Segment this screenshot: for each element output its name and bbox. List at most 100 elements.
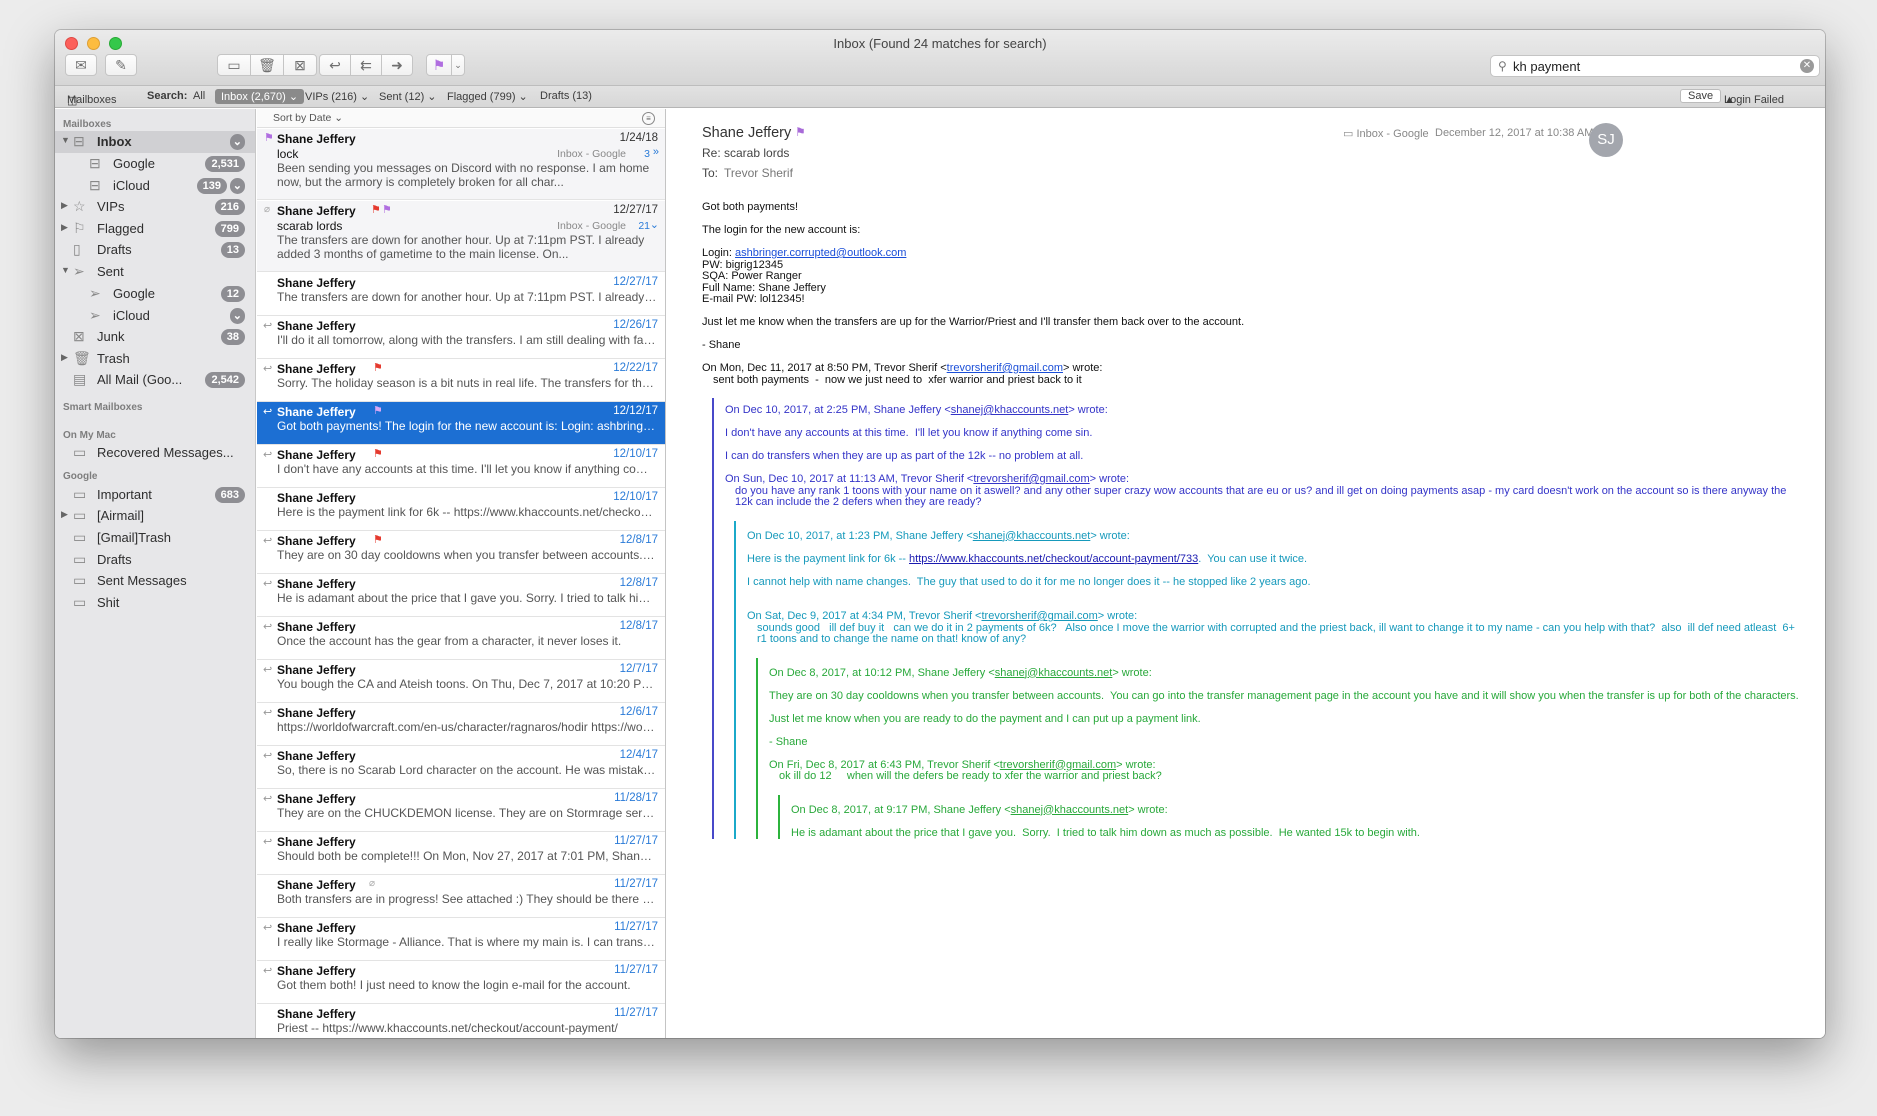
- sidebar-item-label: Shit: [97, 595, 120, 610]
- message-row[interactable]: Shane Jeffery 12/10/17 Here is the payme…: [257, 488, 665, 531]
- search-input[interactable]: [1513, 58, 1793, 74]
- message-row[interactable]: ↩ Shane Jeffery 12/4/17 So, there is no …: [257, 746, 665, 789]
- sidebar-item-airmail[interactable]: ▶ ▭ [Airmail]: [55, 505, 255, 527]
- on-my-mac-header[interactable]: On My Mac: [63, 430, 116, 441]
- scope-all[interactable]: All: [193, 90, 205, 102]
- sidebar-item-sent-icloud[interactable]: ➢ iCloud ⌄: [55, 305, 255, 327]
- message-row-selected[interactable]: ↩ Shane Jeffery ⚑ 12/12/17 Got both paym…: [257, 402, 665, 445]
- sidebar-item-google-drafts[interactable]: ▭ Drafts: [55, 549, 255, 571]
- message-row[interactable]: Shane Jeffery 11/27/17 Priest -- https:/…: [257, 1004, 665, 1038]
- email-link[interactable]: ashbringer.corrupted@outlook.com: [735, 247, 906, 259]
- thread-expand-icon[interactable]: »: [653, 146, 659, 158]
- fav-drafts[interactable]: Drafts (13): [540, 90, 592, 102]
- message-preview: Got them both! I just need to know the l…: [277, 978, 631, 992]
- get-mail-button[interactable]: ✉: [65, 54, 97, 76]
- body-text: SQA: Power Ranger: [702, 270, 802, 282]
- message-row[interactable]: ↩ Shane Jeffery 12/26/17 I'll do it all …: [257, 316, 665, 359]
- flag-icon: ⚑: [373, 362, 383, 374]
- message-sender: Shane Jeffery: [277, 878, 356, 892]
- message-row[interactable]: ↩ Shane Jeffery ⚑ 12/10/17 I don't have …: [257, 445, 665, 488]
- email-link[interactable]: trevorsherif@gmail.com: [1000, 759, 1116, 771]
- message-preview: You bough the CA and Ateish toons. On Th…: [277, 677, 657, 691]
- sidebar-item-inbox-google[interactable]: ⊟ Google 2,531: [55, 153, 255, 175]
- message-row[interactable]: ↩ Shane Jeffery ⚑ 12/22/17 Sorry. The ho…: [257, 359, 665, 402]
- message-date: 12/4/17: [619, 749, 658, 761]
- quote-text: I cannot help with name changes. The guy…: [747, 575, 1311, 588]
- search-field[interactable]: ⚲ ✕: [1490, 55, 1820, 77]
- message-row[interactable]: ↩ Shane Jeffery 11/27/17 Should both be …: [257, 832, 665, 875]
- sidebar-item-gmail-trash[interactable]: ▭ [Gmail]Trash: [55, 527, 255, 549]
- flag-button[interactable]: ⚑: [426, 54, 452, 76]
- fav-vips[interactable]: VIPs (216) ⌄: [305, 90, 369, 103]
- scope-inbox[interactable]: Inbox (2,670) ⌄: [215, 89, 305, 104]
- reply-button[interactable]: ↩: [319, 54, 351, 76]
- sidebar-item-inbox[interactable]: ▼ ⊟ Inbox ⌄: [55, 131, 255, 153]
- message-row[interactable]: ↩ Shane Jeffery 12/8/17 Once the account…: [257, 617, 665, 660]
- sidebar-item-all-mail[interactable]: ▤ All Mail (Goo... 2,542: [55, 369, 255, 391]
- compose-button[interactable]: ✎: [105, 54, 137, 76]
- sidebar-item-important[interactable]: ▭ Important 683: [55, 484, 255, 506]
- recipient[interactable]: Trevor Sherif: [724, 166, 793, 180]
- payment-link[interactable]: https://www.khaccounts.net/checkout/acco…: [909, 553, 1198, 565]
- thread-collapse-icon[interactable]: ⌄: [650, 218, 659, 231]
- reply-all-icon: ⇇: [360, 57, 372, 73]
- sidebar-item-shit[interactable]: ▭ Shit: [55, 592, 255, 614]
- message-preview: I don't have any accounts at this time. …: [277, 462, 657, 476]
- message-row[interactable]: ↩ Shane Jeffery 11/28/17 They are on the…: [257, 789, 665, 832]
- replied-icon: ↩: [263, 750, 273, 762]
- email-link[interactable]: trevorsherif@gmail.com: [973, 473, 1089, 485]
- message-row[interactable]: ⚑ Shane Jeffery 1/24/18 lock Inbox - Goo…: [257, 129, 665, 200]
- attribution-text: > wrote:: [1097, 610, 1138, 622]
- sidebar-item-label: Google: [113, 286, 155, 301]
- message-row[interactable]: ↩ Shane Jeffery 12/8/17 He is adamant ab…: [257, 574, 665, 617]
- save-search-button[interactable]: Save: [1680, 89, 1722, 103]
- sidebar-item-sent-messages[interactable]: ▭ Sent Messages: [55, 570, 255, 592]
- email-link[interactable]: shanej@khaccounts.net: [973, 530, 1091, 542]
- smart-mailboxes-header[interactable]: Smart Mailboxes: [63, 402, 142, 413]
- message-preview: They are on 30 day cooldowns when you tr…: [277, 548, 657, 562]
- sidebar-item-trash[interactable]: ▶ 🗑 Trash: [55, 348, 255, 370]
- quote-level-4: On Dec 8, 2017, at 9:17 PM, Shane Jeffer…: [778, 794, 1822, 839]
- clear-search-icon[interactable]: ✕: [1800, 59, 1814, 73]
- message-preview: Priest -- https://www.khaccounts.net/che…: [277, 1021, 618, 1035]
- email-link[interactable]: trevorsherif@gmail.com: [947, 362, 1063, 374]
- email-link[interactable]: shanej@khaccounts.net: [995, 667, 1113, 679]
- forward-button[interactable]: ➜: [381, 54, 413, 76]
- sidebar-item-recovered[interactable]: ▭ Recovered Messages...: [55, 442, 255, 464]
- message-row[interactable]: ↩ Shane Jeffery ⚑ 12/8/17 They are on 30…: [257, 531, 665, 574]
- to-label: To:: [702, 166, 719, 180]
- message-row[interactable]: ↩ Shane Jeffery 11/27/17 I really like S…: [257, 918, 665, 961]
- sidebar-item-junk[interactable]: ⊠ Junk 38: [55, 326, 255, 348]
- sidebar-item-vips[interactable]: ▶ ☆ VIPs 216: [55, 196, 255, 218]
- email-link[interactable]: shanej@khaccounts.net: [1011, 804, 1129, 816]
- archive-button[interactable]: ▭: [217, 54, 251, 76]
- email-link[interactable]: trevorsherif@gmail.com: [981, 610, 1097, 622]
- sort-by-date-menu[interactable]: Sort by Date ⌄: [273, 112, 343, 124]
- message-row[interactable]: ↩ Shane Jeffery 11/27/17 Got them both! …: [257, 961, 665, 1004]
- quote-level-1: On Dec 10, 2017, at 2:25 PM, Shane Jeffe…: [712, 398, 1822, 839]
- junk-button[interactable]: ⊠: [283, 54, 317, 76]
- email-link[interactable]: shanej@khaccounts.net: [951, 404, 1069, 416]
- quote-text: ok ill do 12 when will the defers be rea…: [779, 770, 1162, 782]
- sidebar-item-sent[interactable]: ▼ ➢ Sent: [55, 261, 255, 283]
- flag-menu-button[interactable]: ⌄: [451, 54, 465, 76]
- message-row[interactable]: Shane Jeffery 12/27/17 The transfers are…: [257, 273, 665, 316]
- delete-button[interactable]: 🗑: [250, 54, 284, 76]
- sidebar-item-drafts[interactable]: ▯ Drafts 13: [55, 239, 255, 261]
- message-row[interactable]: ⌀ Shane Jeffery ⚑ ⚑ 12/27/17 scarab lord…: [257, 201, 665, 272]
- message-row[interactable]: Shane Jeffery ⌀ 11/27/17 Both transfers …: [257, 875, 665, 918]
- sidebar-item-inbox-icloud[interactable]: ⊟ iCloud 139 ⌄: [55, 175, 255, 197]
- message-row[interactable]: ↩ Shane Jeffery 12/7/17 You bough the CA…: [257, 660, 665, 703]
- fav-sent[interactable]: Sent (12) ⌄: [379, 90, 437, 103]
- mailboxes-header: Mailboxes: [63, 119, 112, 130]
- reply-all-button[interactable]: ⇇: [350, 54, 382, 76]
- filter-icon[interactable]: ≡: [642, 112, 655, 125]
- sidebar-item-flagged[interactable]: ▶ ⚐ Flagged 799: [55, 218, 255, 240]
- google-header[interactable]: Google: [63, 471, 97, 482]
- message-row[interactable]: ↩ Shane Jeffery 12/6/17 https://worldofw…: [257, 703, 665, 746]
- fav-flagged[interactable]: Flagged (799) ⌄: [447, 90, 528, 103]
- message-from[interactable]: Shane Jeffery: [702, 125, 791, 141]
- message-sender: Shane Jeffery: [277, 534, 356, 548]
- mailbox-icon: ▤: [73, 371, 87, 387]
- sidebar-item-sent-google[interactable]: ➢ Google 12: [55, 283, 255, 305]
